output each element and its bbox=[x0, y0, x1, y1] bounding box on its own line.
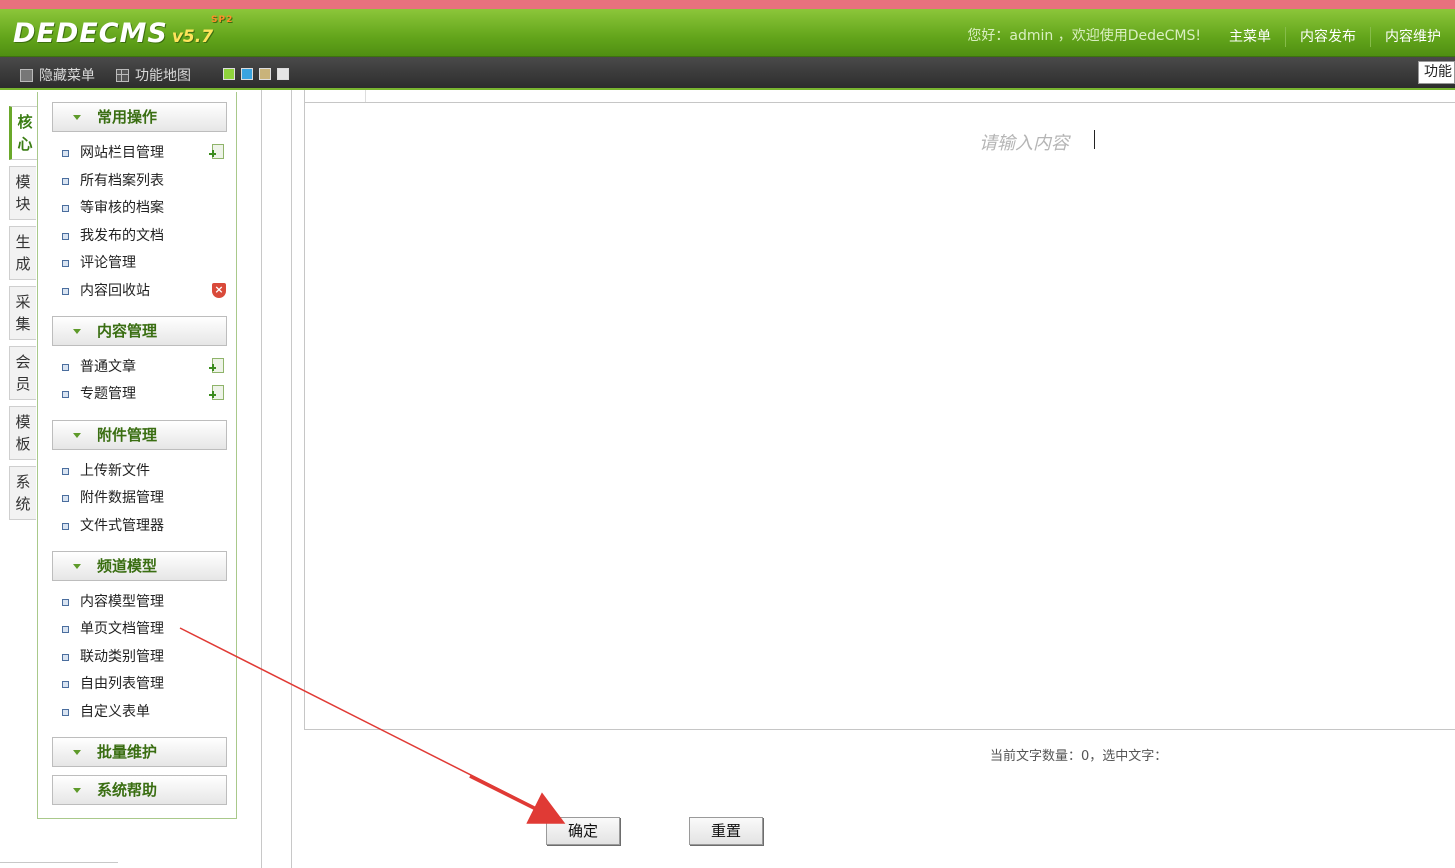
arrow-head-line bbox=[469, 774, 566, 824]
annotation-arrow bbox=[179, 627, 566, 824]
